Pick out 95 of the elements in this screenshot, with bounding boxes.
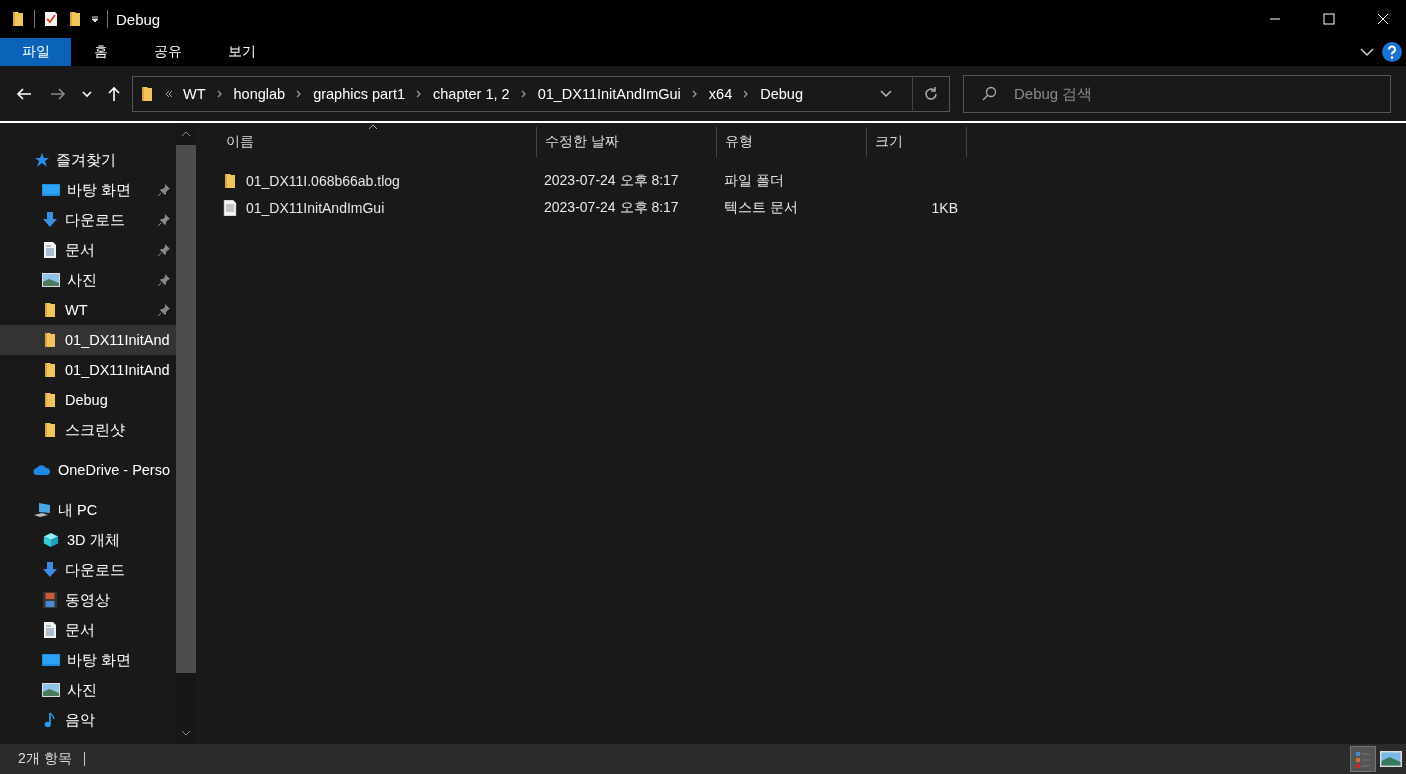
document-icon [42, 242, 58, 258]
landscape-image-icon [1380, 751, 1402, 767]
sidebar-item[interactable]: OneDrive - Perso [0, 455, 176, 485]
double-chevron-icon[interactable] [165, 89, 173, 98]
details-list-icon [1355, 750, 1371, 768]
up-arrow-icon[interactable] [106, 85, 122, 102]
forward-arrow-icon[interactable] [50, 85, 66, 102]
window-title: Debug [116, 10, 161, 28]
recent-dropdown-icon[interactable] [82, 89, 92, 98]
breadcrumb[interactable]: Debug [760, 85, 803, 102]
dropdown-icon[interactable] [91, 15, 99, 23]
back-arrow-icon[interactable] [16, 85, 32, 102]
sidebar-item[interactable]: 문서 [0, 615, 176, 645]
item-count: 2개 항목 [18, 750, 72, 768]
desktop-icon [42, 182, 60, 198]
film-strip-icon [42, 592, 58, 608]
checklist-icon[interactable] [43, 11, 59, 27]
pin-icon[interactable] [158, 244, 170, 256]
column-header[interactable]: 유형 [717, 127, 867, 157]
picture-icon [42, 682, 60, 698]
type-cell-text: 텍스트 문서 [723, 198, 799, 217]
refresh-icon[interactable] [923, 85, 939, 102]
download-arrow-icon [42, 212, 58, 228]
folder-icon[interactable] [10, 11, 26, 27]
chevron-right-icon[interactable] [690, 89, 699, 98]
cube-icon [42, 532, 60, 548]
search-field[interactable]: Debug 검색 [963, 74, 1391, 113]
sidebar-item[interactable]: 즐겨찾기 [0, 145, 176, 175]
computer-icon [33, 502, 51, 518]
pin-icon[interactable] [158, 184, 170, 196]
sidebar-item[interactable]: 사진 [0, 675, 176, 705]
folder-icon [139, 85, 155, 102]
sort-caret-icon [368, 124, 378, 130]
column-header[interactable]: 이름 [218, 127, 537, 157]
text-file-icon [222, 199, 238, 216]
sidebar-item[interactable]: 바탕 화면 [0, 645, 176, 675]
breadcrumb[interactable]: honglab [233, 85, 286, 102]
chevron-right-icon[interactable] [215, 89, 224, 98]
document-icon [42, 622, 58, 638]
size-cell-text: 1KB [930, 199, 959, 216]
chevron-right-icon[interactable] [519, 89, 528, 98]
date-cell-text: 2023-07-24 오후 8:17 [543, 198, 680, 217]
sidebar-item[interactable]: 동영상 [0, 585, 176, 615]
folder-icon [42, 422, 58, 438]
ribbon-tab[interactable]: 홈 [71, 38, 131, 66]
desktop-icon [42, 652, 60, 668]
breadcrumb[interactable]: 01_DX11InitAndImGui [537, 85, 681, 102]
folder-icon [222, 172, 238, 189]
folder-icon [42, 362, 58, 378]
sidebar-item[interactable]: 01_DX11InitAnd [0, 355, 176, 385]
download-arrow-icon [42, 562, 58, 578]
sidebar-item[interactable]: 스크린샷 [0, 415, 176, 445]
help-icon[interactable] [1382, 42, 1402, 62]
column-header[interactable]: 크기 [867, 127, 967, 157]
sidebar-item[interactable]: Debug [0, 385, 176, 415]
sidebar-item[interactable]: 다운로드 [0, 205, 176, 235]
breadcrumb[interactable]: graphics part1 [313, 85, 406, 102]
cloud-icon [33, 462, 51, 478]
date-cell-text: 2023-07-24 오후 8:17 [543, 171, 680, 190]
ribbon-tab[interactable]: 보기 [205, 38, 279, 66]
sidebar-item[interactable]: 음악 [0, 705, 176, 735]
sidebar-item[interactable]: 사진 [0, 265, 176, 295]
chevron-down-icon[interactable] [880, 89, 892, 98]
sidebar-item[interactable]: 3D 개체 [0, 525, 176, 555]
type-cell-text: 파일 폴더 [723, 171, 785, 190]
sidebar-item[interactable]: WT [0, 295, 176, 325]
chevron-down-icon[interactable] [1360, 47, 1374, 57]
folder-icon[interactable] [67, 11, 83, 27]
address-bar[interactable]: WT honglab graphics part1 chapter 1, 2 01_DX11InitAndImGui x64 Debug [132, 75, 950, 112]
breadcrumb[interactable]: x64 [708, 85, 733, 102]
close-icon[interactable] [1377, 13, 1389, 25]
scroll-up-icon[interactable] [181, 131, 191, 137]
folder-icon [42, 392, 58, 408]
pin-icon[interactable] [158, 214, 170, 226]
folder-icon [42, 332, 58, 348]
file-name-cell[interactable]: 01_DX11InitAndImGui [218, 199, 537, 216]
ribbon-tab[interactable]: 공유 [131, 38, 205, 66]
ribbon-tab[interactable]: 파일 [0, 38, 71, 66]
sidebar-item[interactable]: 문서 [0, 235, 176, 265]
sidebar-item[interactable]: 바탕 화면 [0, 175, 176, 205]
scroll-down-icon[interactable] [181, 730, 191, 736]
picture-icon [42, 272, 60, 288]
file-name-cell[interactable]: 01_DX11I.068b66ab.tlog [218, 172, 537, 189]
breadcrumb[interactable]: chapter 1, 2 [433, 85, 510, 102]
search-icon [981, 85, 997, 102]
column-header[interactable]: 수정한 날짜 [537, 127, 717, 157]
sidebar-item[interactable]: 내 PC [0, 495, 176, 525]
maximize-icon[interactable] [1323, 13, 1335, 25]
sidebar-item[interactable]: 다운로드 [0, 555, 176, 585]
sidebar-item[interactable]: 01_DX11InitAnd [0, 325, 176, 355]
folder-icon [42, 302, 58, 318]
pin-icon[interactable] [158, 274, 170, 286]
breadcrumb[interactable]: WT [183, 85, 206, 102]
pin-icon[interactable] [158, 304, 170, 316]
star-icon [33, 152, 49, 168]
